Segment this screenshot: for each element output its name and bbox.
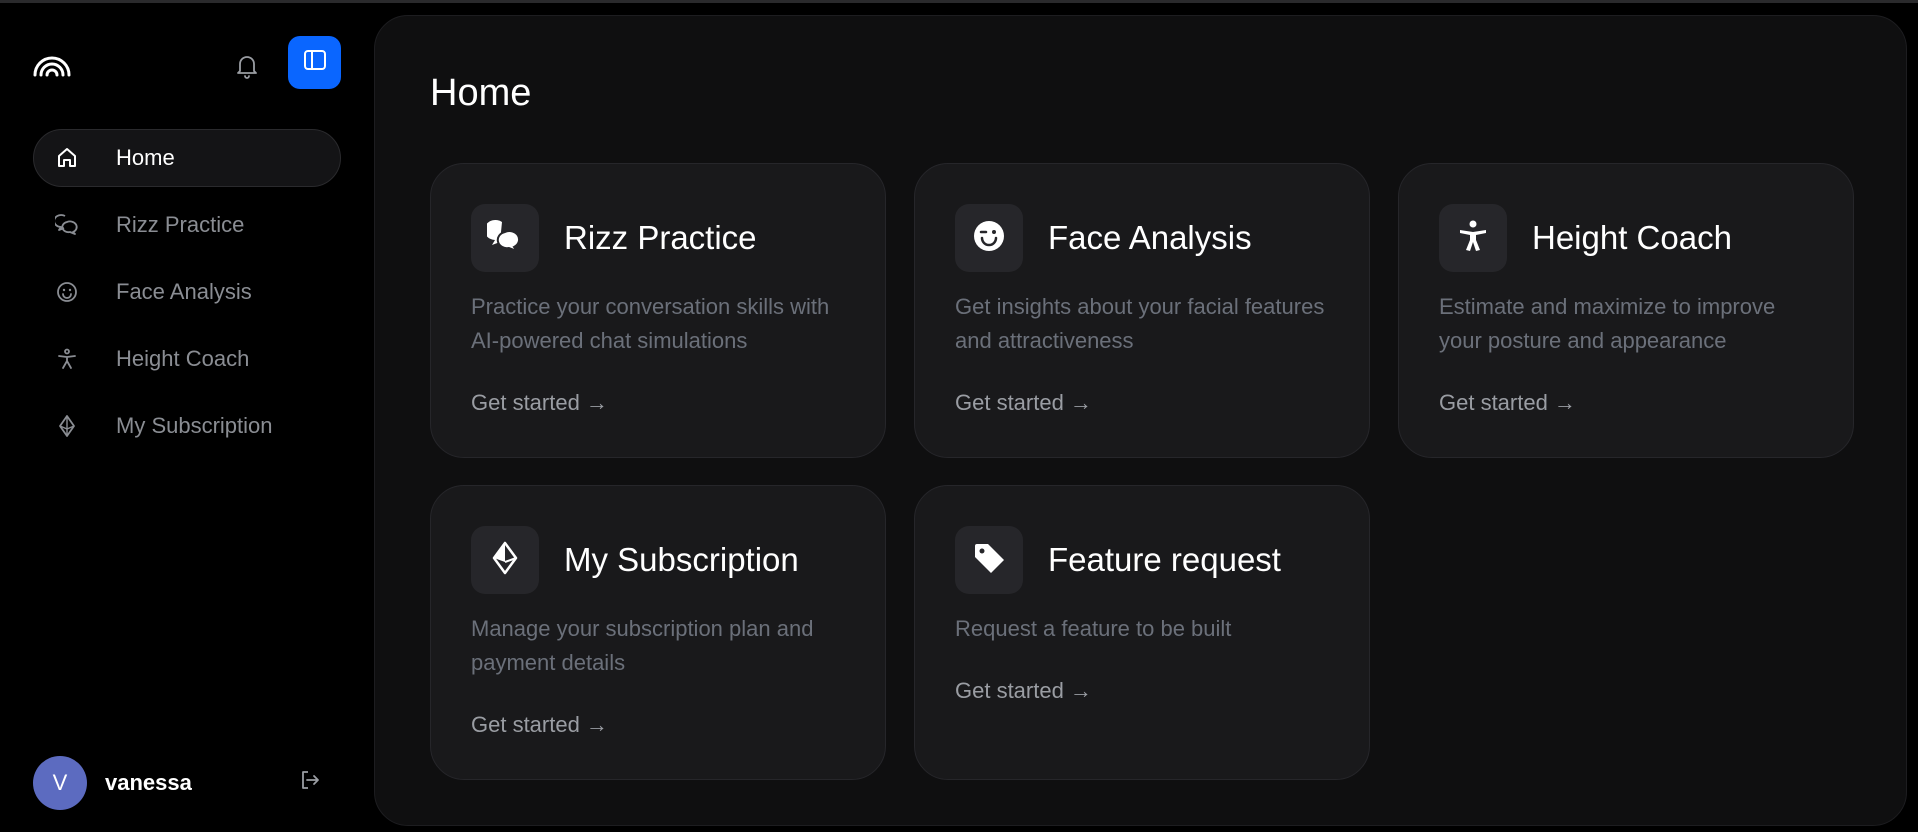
card-description: Manage your subscription plan and paymen… bbox=[471, 616, 814, 675]
username: vanessa bbox=[105, 770, 192, 795]
smiley-icon bbox=[52, 277, 82, 307]
card-rizz-practice[interactable]: Rizz Practice Practice your conversation… bbox=[430, 163, 886, 458]
card-face-analysis[interactable]: Face Analysis Get insights about your fa… bbox=[914, 163, 1370, 458]
card-description: Get insights about your facial features … bbox=[955, 294, 1325, 353]
user-profile: V vanessa bbox=[33, 755, 333, 811]
avatar-initial: V bbox=[52, 770, 68, 795]
logout-icon bbox=[298, 768, 322, 797]
sidebar-item-label: Rizz Practice bbox=[116, 212, 245, 237]
sidebar-item-label: Height Coach bbox=[116, 346, 250, 371]
accessibility-person-icon bbox=[52, 344, 82, 374]
sidebar-item-home[interactable]: Home bbox=[33, 129, 341, 187]
diamond-icon bbox=[487, 540, 523, 581]
rainbow-logo-icon[interactable] bbox=[32, 49, 72, 79]
sidebar-nav: Home Rizz Practice Face Analysis Height … bbox=[33, 129, 341, 464]
home-icon bbox=[52, 143, 82, 173]
card-icon-box bbox=[1439, 204, 1507, 272]
chat-bubbles-icon bbox=[484, 218, 523, 259]
card-icon-box bbox=[471, 526, 539, 594]
get-started-link[interactable]: Get started → bbox=[955, 678, 1092, 704]
sidebar: Home Rizz Practice Face Analysis Height … bbox=[0, 3, 370, 832]
bell-icon[interactable] bbox=[232, 51, 262, 81]
sidebar-item-rizz-practice[interactable]: Rizz Practice bbox=[33, 196, 341, 254]
card-feature-request[interactable]: Feature request Request a feature to be … bbox=[914, 485, 1370, 780]
chat-bubbles-icon bbox=[52, 210, 82, 240]
arrow-right-icon: → bbox=[585, 390, 608, 415]
card-icon-box bbox=[955, 204, 1023, 272]
sidebar-item-height-coach[interactable]: Height Coach bbox=[33, 330, 341, 388]
get-started-link[interactable]: Get started → bbox=[471, 390, 608, 416]
diamond-icon bbox=[52, 411, 82, 441]
get-started-link[interactable]: Get started → bbox=[471, 712, 608, 738]
arrow-right-icon: → bbox=[1069, 678, 1092, 703]
page-title: Home bbox=[430, 72, 532, 114]
card-icon-box bbox=[955, 526, 1023, 594]
accessibility-person-icon bbox=[1455, 218, 1491, 259]
arrow-right-icon: → bbox=[1069, 390, 1092, 415]
sidebar-item-face-analysis[interactable]: Face Analysis bbox=[33, 263, 341, 321]
card-icon-box bbox=[471, 204, 539, 272]
logout-button[interactable] bbox=[295, 767, 325, 797]
main-panel: Home Rizz Practice Practice your convers… bbox=[374, 15, 1907, 826]
card-title: Rizz Practice bbox=[564, 219, 757, 256]
card-title: Feature request bbox=[1048, 541, 1281, 578]
get-started-link[interactable]: Get started → bbox=[1439, 390, 1576, 416]
card-description: Request a feature to be built bbox=[955, 616, 1232, 641]
sidebar-item-label: My Subscription bbox=[116, 413, 273, 438]
sidebar-panel-icon bbox=[303, 49, 327, 76]
card-height-coach[interactable]: Height Coach Estimate and maximize to im… bbox=[1398, 163, 1854, 458]
arrow-right-icon: → bbox=[585, 712, 608, 737]
card-title: My Subscription bbox=[564, 541, 799, 578]
card-title: Face Analysis bbox=[1048, 219, 1252, 256]
card-description: Estimate and maximize to improve your po… bbox=[1439, 294, 1776, 353]
tag-icon bbox=[971, 540, 1007, 581]
sidebar-item-my-subscription[interactable]: My Subscription bbox=[33, 397, 341, 455]
card-my-subscription[interactable]: My Subscription Manage your subscription… bbox=[430, 485, 886, 780]
arrow-right-icon: → bbox=[1553, 390, 1576, 415]
sidebar-item-label: Face Analysis bbox=[116, 279, 252, 304]
toggle-sidebar-button[interactable] bbox=[288, 36, 341, 89]
winking-face-icon bbox=[971, 218, 1007, 259]
card-description: Practice your conversation skills with A… bbox=[471, 294, 830, 353]
card-title: Height Coach bbox=[1532, 219, 1732, 256]
avatar[interactable]: V bbox=[33, 756, 87, 810]
sidebar-item-label: Home bbox=[116, 145, 175, 170]
get-started-link[interactable]: Get started → bbox=[955, 390, 1092, 416]
